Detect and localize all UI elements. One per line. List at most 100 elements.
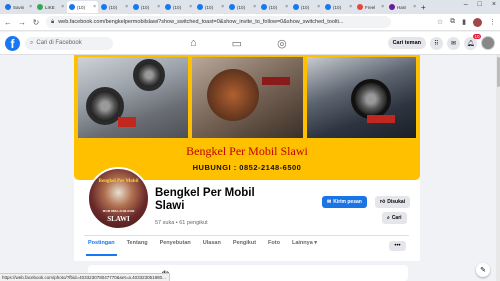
tab-favicon-icon — [325, 4, 331, 10]
find-friends-button[interactable]: Cari teman — [387, 37, 426, 49]
minimize-icon[interactable]: – — [464, 1, 468, 8]
url-text: web.facebook.com/bengkelpermobilslawi?sh… — [58, 19, 344, 25]
account-avatar[interactable] — [481, 36, 495, 50]
back-icon[interactable]: ← — [4, 18, 12, 27]
tab-favicon-icon — [69, 4, 75, 10]
tab-close-icon[interactable]: × — [189, 4, 192, 10]
divider — [84, 235, 409, 236]
page-title: Bengkel Per Mobil Slawi — [155, 187, 255, 212]
wheel-hub-icon — [133, 59, 165, 91]
tab-close-icon[interactable]: × — [221, 4, 224, 10]
browser-tab[interactable]: Has! × — [387, 1, 418, 13]
tab-about[interactable]: Tentang — [127, 240, 148, 246]
tab-favicon-icon — [357, 4, 363, 10]
close-window-icon[interactable]: × — [492, 1, 496, 8]
tab-favicon-icon — [389, 4, 395, 10]
browser-tab[interactable]: (10) × — [131, 1, 162, 13]
search-icon: ⌕ — [387, 215, 390, 221]
browser-tab-active[interactable]: (10) × — [67, 1, 98, 13]
search-page-button[interactable]: ⌕ Cari — [382, 212, 407, 224]
liked-button[interactable]: 👍︎ Disukai — [375, 196, 411, 208]
cover-photo[interactable]: Bengkel Per Mobil Slawi HUBUNGI : 0852-2… — [74, 55, 420, 180]
cover-image-wheel-repair — [78, 57, 188, 138]
new-message-icon[interactable]: ✎ — [476, 263, 490, 277]
browser-tab[interactable]: (10) × — [323, 1, 354, 13]
facebook-header: f ⌕ Cari di Facebook ⌂ ▭ ◎ Cari teman ⠿ … — [0, 32, 500, 55]
video-icon[interactable]: ▭ — [232, 37, 242, 50]
messenger-icon[interactable]: ✉ — [447, 36, 460, 50]
brake-disc-shape — [207, 69, 259, 121]
tab-close-icon[interactable]: × — [413, 4, 416, 10]
send-message-button[interactable]: ✉ Kirim pesan — [322, 196, 367, 208]
messenger-icon: ✉ — [327, 199, 332, 205]
search-icon: ⌕ — [30, 39, 34, 46]
tab-posts[interactable]: Postingan — [86, 240, 117, 256]
facebook-logo-icon[interactable]: f — [5, 35, 20, 51]
extensions-icon[interactable]: ⧉ — [450, 18, 455, 26]
tab-favicon-icon — [197, 4, 203, 10]
tab-close-icon[interactable]: × — [125, 4, 128, 10]
cover-image-suspension — [307, 57, 416, 138]
tab-reviews[interactable]: Ulasan — [203, 240, 221, 246]
reload-icon[interactable]: ↻ — [32, 18, 40, 27]
browser-tab[interactable]: Savin × — [3, 1, 34, 13]
scrollbar-thumb[interactable] — [496, 57, 500, 87]
notifications-icon[interactable]: 🔔︎ 10 — [464, 33, 481, 50]
notification-badge: 10 — [472, 33, 481, 39]
tab-followers[interactable]: Pengikut — [233, 240, 256, 246]
spring-shape — [262, 77, 290, 85]
browser-tab[interactable]: (10) × — [227, 1, 258, 13]
tab-close-icon[interactable]: × — [349, 4, 352, 10]
browser-profile-avatar[interactable] — [473, 17, 482, 27]
tab-close-icon[interactable]: × — [253, 4, 256, 10]
tab-close-icon[interactable]: × — [61, 4, 64, 10]
browser-tab[interactable]: (10) × — [291, 1, 322, 13]
menu-grid-icon[interactable]: ⠿ — [430, 36, 443, 50]
page-stats[interactable]: 57 suka • 61 pengikut — [155, 220, 208, 226]
tab-close-icon[interactable]: × — [317, 4, 320, 10]
tab-favicon-icon — [37, 4, 43, 10]
suspension-shape — [351, 79, 391, 119]
browser-tab[interactable]: (10) × — [99, 1, 130, 13]
thumbs-up-icon: 👍︎ — [380, 199, 386, 205]
tab-favicon-icon — [229, 4, 235, 10]
forward-icon[interactable]: → — [18, 18, 26, 27]
tab-close-icon[interactable]: × — [93, 4, 96, 10]
browser-tab[interactable]: (10) × — [259, 1, 290, 13]
tab-close-icon[interactable]: × — [285, 4, 288, 10]
home-icon[interactable]: ⌂ — [190, 37, 197, 50]
car-jack-shape — [118, 117, 136, 127]
sidebar-icon[interactable]: ▮ — [462, 18, 466, 26]
browser-tab[interactable]: Freel × — [355, 1, 386, 13]
tab-favicon-icon — [101, 4, 107, 10]
tab-close-icon[interactable]: × — [29, 4, 32, 10]
tab-close-icon[interactable]: × — [157, 4, 160, 10]
tab-close-icon[interactable]: × — [381, 4, 384, 10]
car-jack-shape — [367, 115, 395, 123]
browser-tab[interactable]: (10) × — [195, 1, 226, 13]
browser-toolbar: ← → ↻ 🔒︎ web.facebook.com/bengkelpermobi… — [0, 14, 500, 31]
scrollbar[interactable] — [496, 55, 500, 281]
tab-mentions[interactable]: Penyebutan — [160, 240, 191, 246]
cover-image-brake-disc — [192, 57, 303, 138]
tab-favicon-icon — [5, 4, 11, 10]
groups-icon[interactable]: ◎ — [277, 37, 287, 50]
lock-icon[interactable]: 🔒︎ — [51, 19, 54, 26]
maximize-icon[interactable]: □ — [478, 1, 482, 8]
tab-more[interactable]: Lainnya ▾ — [292, 240, 317, 246]
browser-tab[interactable]: LIKE × — [35, 1, 66, 13]
browser-tab[interactable]: (10) × — [163, 1, 194, 13]
browser-tab-strip: Savin × LIKE × (10) × (10) × (10) × (10) × (10… — [0, 0, 500, 14]
page-profile-picture[interactable]: Bengkel Per Mobil HUB 0852-2148-6500 SLA… — [87, 167, 150, 230]
facebook-search-input[interactable]: ⌕ Cari di Facebook — [25, 36, 113, 50]
more-options-button[interactable]: ••• — [389, 241, 406, 251]
address-bar[interactable]: 🔒︎ web.facebook.com/bengkelpermobilslawi… — [46, 16, 391, 28]
browser-menu-icon[interactable]: ⋮ — [489, 18, 496, 26]
status-bar-url: https://web.facebook.com/photo/?fbid=403… — [0, 273, 170, 281]
tab-photos[interactable]: Foto — [268, 240, 280, 246]
window-controls: – □ × — [464, 1, 496, 8]
tab-favicon-icon — [293, 4, 299, 10]
page-tabs: Postingan Tentang Penyebutan Ulasan Peng… — [86, 240, 317, 256]
new-tab-icon[interactable]: + — [421, 3, 426, 12]
star-icon[interactable]: ☆ — [437, 18, 443, 26]
